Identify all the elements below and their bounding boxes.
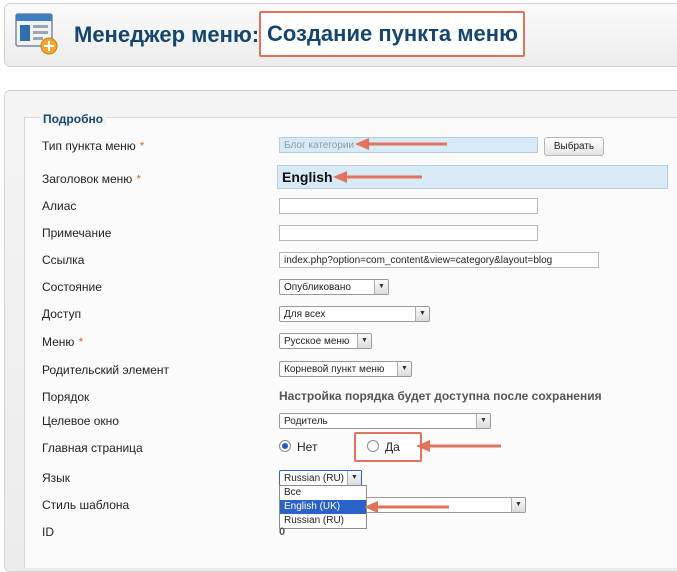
status-select[interactable]: Опубликовано ▼ <box>279 279 389 295</box>
link-input[interactable]: index.php?option=com_content&view=catego… <box>279 252 599 268</box>
home-no-label: Нет <box>297 440 318 454</box>
language-option-russian[interactable]: Russian (RU) <box>280 514 366 528</box>
home-no-radio[interactable] <box>279 440 291 452</box>
menu-manager-icon <box>15 13 58 55</box>
access-label: Доступ <box>42 307 82 321</box>
access-select[interactable]: Для всех ▼ <box>279 306 430 322</box>
arrow-icon <box>364 501 449 513</box>
arrow-icon <box>416 440 501 452</box>
menu-item-type-label: Тип пункта меню * <box>42 139 145 153</box>
arrow-icon <box>333 171 422 183</box>
chevron-down-icon: ▼ <box>374 280 388 294</box>
ordering-note: Настройка порядка будет доступна после с… <box>279 389 602 403</box>
page-title: Менеджер меню: <box>74 22 260 47</box>
home-yes-radio[interactable] <box>367 440 379 452</box>
fieldset-legend: Подробно <box>40 112 107 126</box>
menu-title-label: Заголовок меню * <box>42 172 141 186</box>
parent-label: Родительский элемент <box>42 363 170 377</box>
language-option-all[interactable]: Все <box>280 486 366 500</box>
home-yes-label: Да <box>385 440 400 454</box>
home-label: Главная страница <box>42 441 143 455</box>
required-mark: * <box>78 335 84 349</box>
menu-select[interactable]: Русское меню ▼ <box>279 333 372 349</box>
parent-select[interactable]: Корневой пункт меню ▼ <box>279 361 412 377</box>
target-window-label: Целевое окно <box>42 414 119 428</box>
arrow-icon <box>355 138 447 150</box>
page-subtitle: Создание пункта меню <box>259 11 525 57</box>
chevron-down-icon: ▼ <box>357 334 371 348</box>
language-dropdown: Все English (UK) Russian (RU) <box>279 485 367 529</box>
target-window-select[interactable]: Родитель ▼ <box>279 413 491 429</box>
language-select[interactable]: Russian (RU) ▼ <box>279 470 362 486</box>
note-label: Примечание <box>42 226 112 240</box>
note-input[interactable] <box>279 225 538 241</box>
ordering-label: Порядок <box>42 390 90 404</box>
chevron-down-icon: ▼ <box>511 498 525 512</box>
id-value: 0 <box>279 526 286 538</box>
menu-label: Меню * <box>42 335 84 349</box>
template-style-label: Стиль шаблона <box>42 498 130 512</box>
required-mark: * <box>136 172 141 186</box>
id-label: ID <box>42 525 54 539</box>
language-option-english[interactable]: English (UK) <box>280 500 366 514</box>
chevron-down-icon: ▼ <box>476 414 490 428</box>
language-label: Язык <box>42 471 71 485</box>
chevron-down-icon: ▼ <box>347 471 361 485</box>
alias-label: Алиас <box>42 199 77 213</box>
status-label: Состояние <box>42 280 102 294</box>
select-type-button[interactable]: Выбрать <box>544 137 604 156</box>
alias-input[interactable] <box>279 198 538 214</box>
link-label: Ссылка <box>42 253 85 267</box>
chevron-down-icon: ▼ <box>415 307 429 321</box>
chevron-down-icon: ▼ <box>397 362 411 376</box>
required-mark: * <box>139 139 145 153</box>
